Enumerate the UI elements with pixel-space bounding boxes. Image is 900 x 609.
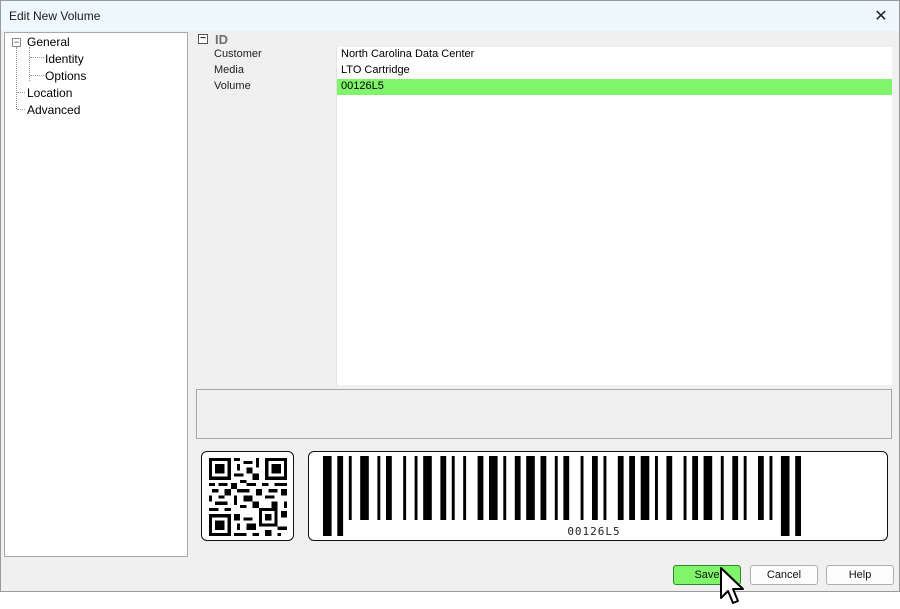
cancel-button[interactable]: Cancel xyxy=(750,565,818,585)
volume-value[interactable]: 00126L5 xyxy=(337,79,892,95)
barcode-bar xyxy=(769,456,773,520)
barcode-bar xyxy=(377,456,381,520)
barcode-bar xyxy=(683,456,687,520)
title-bar: Edit New Volume ✕ xyxy=(1,1,899,31)
mouse-pointer-icon xyxy=(720,567,744,604)
edit-volume-dialog: Edit New Volume ✕ − General Identity Opt… xyxy=(0,0,900,592)
barcode-bar xyxy=(423,456,432,520)
description-panel xyxy=(196,389,892,439)
property-name: Volume xyxy=(214,80,251,92)
barcode-bar xyxy=(758,456,764,520)
barcode-bar xyxy=(617,456,624,520)
barcode-bar xyxy=(386,456,392,520)
barcode-bar xyxy=(451,456,455,520)
barcode-text: 00126L5 xyxy=(567,525,621,538)
property-name: Customer xyxy=(214,48,262,60)
tree-item-identity[interactable]: Identity xyxy=(45,52,84,66)
tree-item-advanced[interactable]: Advanced xyxy=(27,103,80,117)
tree-item-options[interactable]: Options xyxy=(45,69,86,83)
barcode-bar xyxy=(703,456,713,520)
barcode-bar xyxy=(629,456,635,520)
barcode-bar xyxy=(692,456,698,520)
close-icon[interactable]: ✕ xyxy=(869,4,893,28)
barcode-bar xyxy=(580,456,584,520)
minus-box-icon[interactable]: − xyxy=(198,34,208,44)
barcode-panel: 00126L5 xyxy=(308,451,888,541)
tree-connector xyxy=(30,57,44,58)
barcode-bar xyxy=(514,456,521,520)
category-row: − ID xyxy=(194,31,892,47)
barcode-bar xyxy=(743,456,747,520)
barcode-bar xyxy=(603,456,607,520)
tree-connector xyxy=(30,75,44,76)
barcode-bar xyxy=(563,456,570,520)
navigation-tree: − General Identity Options Location Adva… xyxy=(4,32,188,557)
barcode-bar xyxy=(795,456,801,536)
barcode-bar xyxy=(640,456,650,520)
barcode-bar xyxy=(503,456,507,520)
barcode-bar xyxy=(666,456,673,520)
category-label: ID xyxy=(215,32,228,47)
property-row-volume[interactable]: Volume 00126L5 xyxy=(194,79,892,95)
barcode-bar xyxy=(732,456,739,520)
barcode-bar xyxy=(554,456,558,520)
barcode-bar xyxy=(440,456,447,520)
customer-value[interactable]: North Carolina Data Center xyxy=(337,47,892,63)
barcode-bar xyxy=(348,456,352,520)
property-row-customer[interactable]: Customer North Carolina Data Center xyxy=(194,47,892,63)
tree-connector xyxy=(17,92,25,93)
barcode-bar xyxy=(655,456,658,520)
qr-code-panel xyxy=(201,451,294,541)
barcode-bar xyxy=(540,456,547,520)
property-row-media[interactable]: Media LTO Cartridge xyxy=(194,63,892,79)
property-grid: − ID Customer North Carolina Data Center… xyxy=(194,31,892,385)
barcode-bar xyxy=(323,456,332,536)
barcode-bar xyxy=(477,456,484,520)
tree-connector xyxy=(17,109,25,110)
barcode-bar xyxy=(360,456,369,520)
tree-item-location[interactable]: Location xyxy=(27,86,72,100)
barcode-bar xyxy=(337,456,344,536)
barcode-bar xyxy=(403,456,407,520)
media-value[interactable]: LTO Cartridge xyxy=(337,63,892,79)
tree-connector xyxy=(16,47,17,109)
property-name: Media xyxy=(214,64,244,76)
barcode-bar xyxy=(489,456,498,520)
collapse-icon[interactable]: − xyxy=(12,38,21,47)
barcode-bar xyxy=(414,456,418,520)
window-title: Edit New Volume xyxy=(9,9,101,23)
qr-code-icon xyxy=(209,458,287,536)
help-button[interactable]: Help xyxy=(826,565,894,585)
barcode-bar xyxy=(720,456,724,520)
barcode-bar xyxy=(780,456,790,536)
tree-item-general[interactable]: General xyxy=(27,35,70,49)
barcode-bar xyxy=(463,456,467,520)
barcode-bar xyxy=(592,456,598,520)
barcode-bar xyxy=(526,456,535,520)
